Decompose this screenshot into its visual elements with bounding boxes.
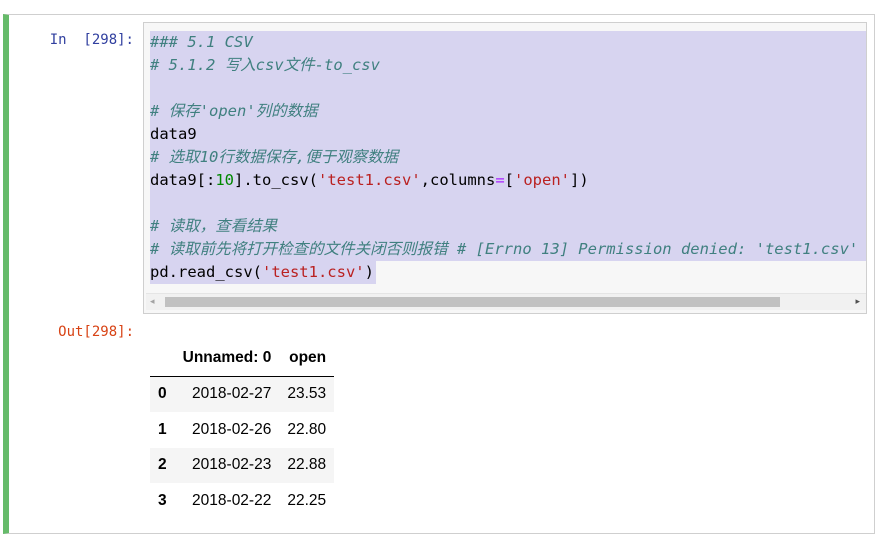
code-line-10: # 读取前先将打开检查的文件关闭否则报错 # [Errno 13] Permis… <box>150 238 866 261</box>
table-row: 0 2018-02-27 23.53 <box>150 376 335 412</box>
input-prompt: In [298]: <box>49 32 134 48</box>
code-line-8 <box>150 192 866 215</box>
code-line-11: pd.read_csv('test1.csv') <box>150 261 376 284</box>
column-header-unnamed: Unnamed: 0 <box>174 340 280 377</box>
output-prompt: Out[298]: <box>58 324 134 340</box>
code-line-1: ### 5.1 CSV <box>150 31 866 54</box>
table-row: 1 2018-02-26 22.80 <box>150 412 334 448</box>
table-header-row: Unnamed: 0 open <box>150 340 335 377</box>
cell-date: 2018-02-26 <box>192 420 272 438</box>
code-line-2: # 5.1.2 写入csv文件-to_csv <box>150 54 866 77</box>
cell-open: 22.80 <box>287 420 327 438</box>
code-editor[interactable]: ### 5.1 CSV # 5.1.2 写入csv文件-to_csv # 保存'op… <box>143 22 867 314</box>
code-line-4: # 保存'open'列的数据 <box>150 100 866 123</box>
column-header-open: open <box>279 340 335 377</box>
cell-date: 2018-02-23 <box>192 456 272 474</box>
row-index: 0 <box>158 385 167 403</box>
scroll-right-arrow-icon[interactable]: ▸ <box>855 297 860 307</box>
code-line-9: # 读取，查看结果 <box>150 215 866 238</box>
code-line-7: data9[:10].to_csv('test1.csv',columns=['… <box>150 169 866 192</box>
index-header <box>150 340 175 377</box>
code-line-6: # 选取10行数据保存,便于观察数据 <box>150 146 866 169</box>
cell-date: 2018-02-27 <box>192 385 272 403</box>
horizontal-scrollbar[interactable]: ◂ ▸ <box>146 293 866 310</box>
code-line-5: data9 <box>150 123 866 146</box>
table-row: 3 2018-02-22 22.25 <box>150 483 334 519</box>
row-index: 2 <box>158 456 167 474</box>
cell-open: 22.88 <box>287 456 327 474</box>
scrollbar-thumb[interactable] <box>165 297 780 307</box>
row-index: 1 <box>158 420 167 438</box>
cell-open: 22.25 <box>287 491 327 509</box>
scroll-left-arrow-icon[interactable]: ◂ <box>150 297 155 307</box>
table-row: 2 2018-02-23 22.88 <box>150 447 335 483</box>
dataframe-output: Unnamed: 0 open 0 2018-02-27 23.53 1 201… <box>150 340 335 519</box>
cell-date: 2018-02-22 <box>192 491 272 509</box>
code-line-3 <box>150 77 866 100</box>
row-index: 3 <box>158 491 167 509</box>
code-text: ### 5.1 CSV # 5.1.2 写入csv文件-to_csv # 保存'op… <box>150 31 866 284</box>
cell-open: 23.53 <box>287 385 327 403</box>
